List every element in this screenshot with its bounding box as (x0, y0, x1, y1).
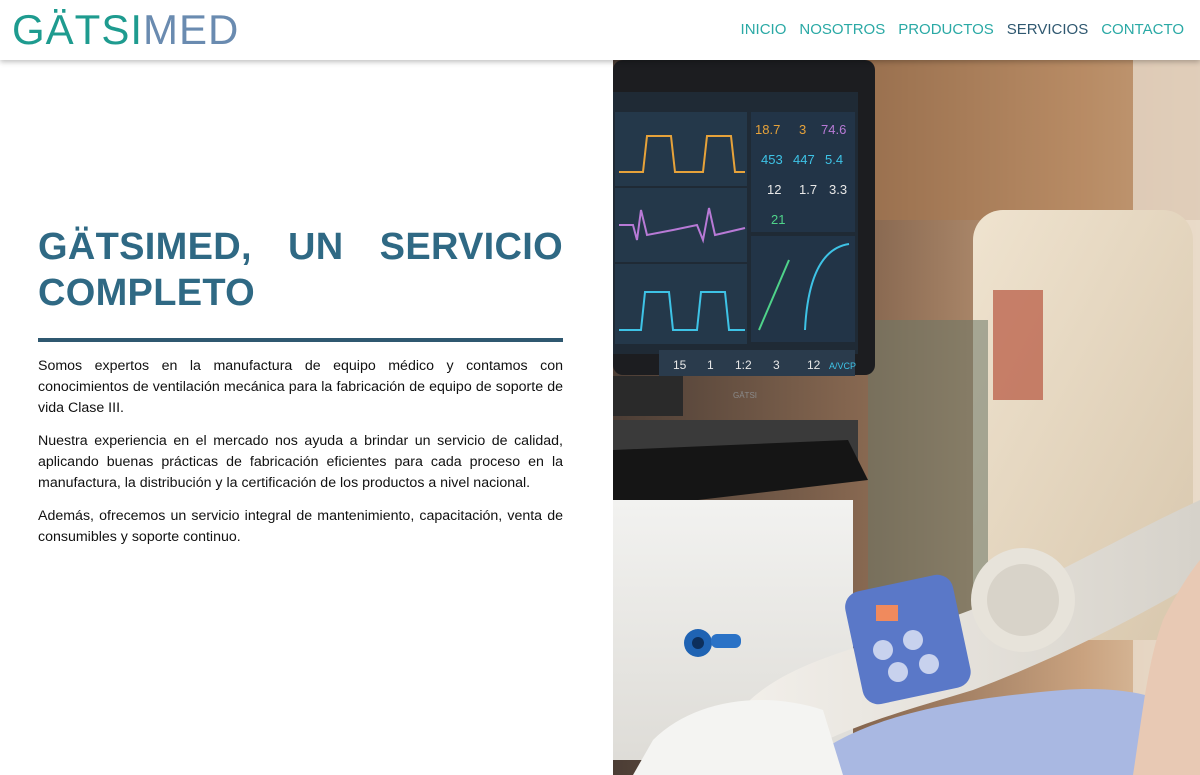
paragraph-1: Somos expertos en la manufactura de equi… (38, 358, 563, 416)
main-nav: INICIO NOSOTROS PRODUCTOS SERVICIOS CONT… (741, 20, 1184, 40)
monitor-value: 12 (767, 182, 781, 197)
monitor-value: 74.6 (821, 122, 846, 137)
monitor-value: 5.4 (825, 152, 843, 167)
page-title: GÄTSIMED, UN SERVICIO COMPLETO (38, 226, 563, 314)
nav-servicios[interactable]: SERVICIOS (1007, 20, 1088, 40)
monitor-value: 18.7 (755, 122, 780, 137)
logo-part-1: GÄTSI (12, 6, 144, 53)
monitor-value: 1.7 (799, 182, 817, 197)
ventilator-scene-illustration: 18.7 3 74.6 453 447 5.4 12 1.7 3.3 21 15… (613, 60, 1200, 775)
paragraph-2: Nuestra experiencia en el mercado nos ay… (38, 433, 563, 491)
services-section: GÄTSIMED, UN SERVICIO COMPLETO Somos exp… (38, 224, 563, 548)
paragraph-3: Además, ofrecemos un servicio integral d… (38, 508, 563, 545)
brand-logo[interactable]: GÄTSIMED (12, 7, 239, 53)
monitor-value: 3 (799, 122, 806, 137)
nav-inicio[interactable]: INICIO (741, 20, 787, 40)
monitor-setting: 1 (707, 358, 714, 372)
monitor-brand: GÄTSI (733, 391, 757, 400)
monitor-value: 453 (761, 152, 783, 167)
title-divider (38, 338, 563, 342)
monitor-setting: 3 (773, 358, 780, 372)
site-header: GÄTSIMED INICIO NOSOTROS PRODUCTOS SERVI… (0, 0, 1200, 60)
monitor-setting: 1:2 (735, 358, 752, 372)
nav-contacto[interactable]: CONTACTO (1101, 20, 1184, 40)
nav-nosotros[interactable]: NOSOTROS (799, 20, 885, 40)
monitor-setting: A/VCP (829, 361, 856, 371)
monitor-setting: 12 (807, 358, 821, 372)
hero-photo: 18.7 3 74.6 453 447 5.4 12 1.7 3.3 21 15… (613, 60, 1200, 775)
nav-productos[interactable]: PRODUCTOS (898, 20, 994, 40)
monitor-value: 21 (771, 212, 785, 227)
monitor-value: 3.3 (829, 182, 847, 197)
logo-part-2: MED (143, 6, 240, 53)
monitor-setting: 15 (673, 358, 687, 372)
monitor-value: 447 (793, 152, 815, 167)
